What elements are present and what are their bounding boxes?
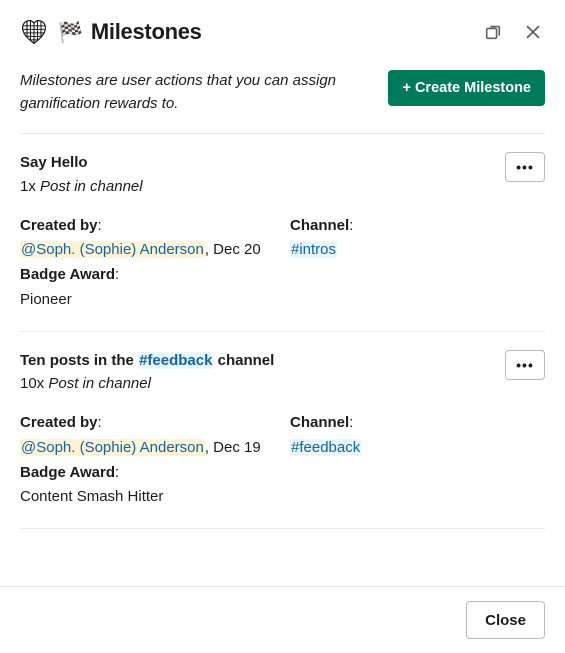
- milestone-title-block: Ten posts in the #feedback channel10x Po…: [20, 350, 274, 396]
- badge-value: Pioneer: [20, 291, 72, 308]
- milestone-subtitle: 1x Post in channel: [20, 176, 143, 198]
- intro-row: Milestones are user actions that you can…: [20, 58, 545, 134]
- badge-value: Content Smash Hitter: [20, 488, 163, 505]
- badge-cell: Badge Award:Pioneer: [20, 263, 280, 313]
- badge-cell: Badge Award:Content Smash Hitter: [20, 461, 280, 511]
- milestone-title-block: Say Hello1x Post in channel: [20, 152, 143, 198]
- user-mention[interactable]: @Soph. (Sophie) Anderson: [20, 241, 205, 258]
- close-icon: [524, 23, 542, 41]
- channel-link[interactable]: #feedback: [138, 352, 213, 369]
- badge-award-label: Badge Award: [20, 266, 115, 283]
- app-logo-icon: [20, 18, 48, 46]
- ellipsis-icon: •••: [516, 160, 534, 174]
- create-milestone-button[interactable]: + Create Milestone: [388, 70, 545, 106]
- page-title: Milestones: [91, 19, 202, 45]
- more-options-button[interactable]: •••: [505, 152, 545, 182]
- milestone-list: Say Hello1x Post in channel ••• Created by…: [20, 134, 545, 529]
- milestone-title: Ten posts in the #feedback channel: [20, 350, 274, 372]
- header-actions: [481, 20, 545, 44]
- close-button[interactable]: Close: [466, 601, 545, 639]
- intro-text: Milestones are user actions that you can…: [20, 70, 350, 115]
- created-by-cell: Created by:@Soph. (Sophie) Anderson, Dec…: [20, 214, 280, 264]
- milestone-details: Created by:@Soph. (Sophie) Anderson, Dec…: [20, 214, 545, 313]
- title-wrap: 🏁 Milestones: [58, 19, 471, 45]
- milestones-modal: 🏁 Milestones Milestones are user actions…: [0, 0, 565, 653]
- badge-award-label: Badge Award: [20, 464, 115, 481]
- milestone-details: Created by:@Soph. (Sophie) Anderson, Dec…: [20, 411, 545, 510]
- modal-header: 🏁 Milestones: [0, 0, 565, 58]
- modal-body: Milestones are user actions that you can…: [0, 58, 565, 586]
- milestone-subtitle: 10x Post in channel: [20, 373, 274, 395]
- channel-cell: Channel:#intros: [290, 214, 545, 264]
- milestone-head: Say Hello1x Post in channel •••: [20, 152, 545, 198]
- created-by-cell: Created by:@Soph. (Sophie) Anderson, Dec…: [20, 411, 280, 461]
- user-mention[interactable]: @Soph. (Sophie) Anderson: [20, 439, 205, 456]
- milestone-item: Say Hello1x Post in channel ••• Created by…: [20, 134, 545, 332]
- close-x-button[interactable]: [521, 20, 545, 44]
- created-by-label: Created by: [20, 217, 98, 234]
- milestone-head: Ten posts in the #feedback channel10x Po…: [20, 350, 545, 396]
- more-options-button[interactable]: •••: [505, 350, 545, 380]
- ellipsis-icon: •••: [516, 358, 534, 372]
- channel-label: Channel: [290, 414, 349, 431]
- flag-icon: 🏁: [58, 20, 83, 45]
- channel-link[interactable]: #feedback: [290, 439, 361, 456]
- milestone-title: Say Hello: [20, 152, 143, 174]
- new-window-button[interactable]: [481, 20, 505, 44]
- channel-label: Channel: [290, 217, 349, 234]
- milestone-item: Ten posts in the #feedback channel10x Po…: [20, 332, 545, 530]
- created-by-label: Created by: [20, 414, 98, 431]
- channel-link[interactable]: #intros: [290, 241, 337, 258]
- channel-cell: Channel:#feedback: [290, 411, 545, 461]
- modal-footer: Close: [0, 586, 565, 653]
- new-window-icon: [484, 23, 502, 41]
